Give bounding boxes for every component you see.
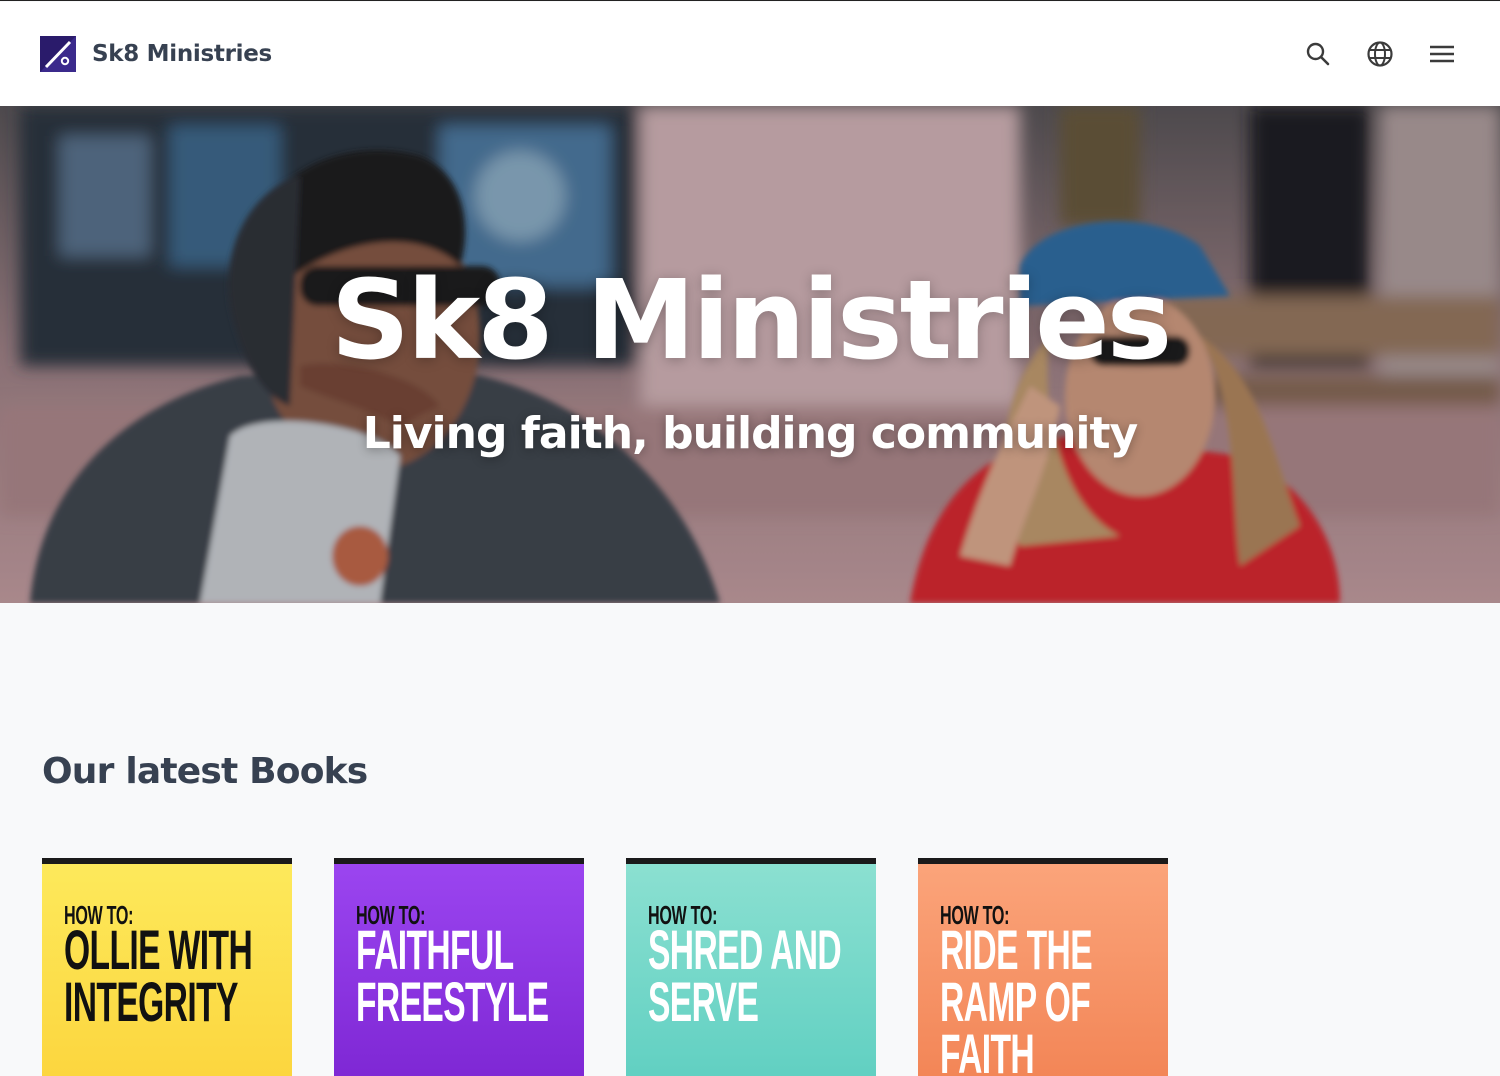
hero-title: Sk8 Ministries [330,256,1172,384]
globe-icon [1367,41,1393,67]
book-title: OLLIE WITH INTEGRITY [64,918,253,1033]
skateboard-logo-icon[interactable] [40,36,76,72]
brand-name[interactable]: Sk8 Ministries [92,41,272,67]
search-button[interactable] [1300,36,1336,72]
search-icon [1306,42,1330,66]
menu-button[interactable] [1424,36,1460,72]
hamburger-menu-icon [1430,45,1454,63]
site-header: Sk8 Ministries [0,2,1500,106]
language-button[interactable] [1362,36,1398,72]
header-actions [1300,2,1460,106]
book-card-shred-and-serve[interactable]: HOW TO: SHRED AND SERVE [626,858,876,1076]
books-section-title: Our latest Books [42,751,368,792]
hero-banner: Sk8 Ministries Living faith, building co… [0,106,1500,603]
book-title: SHRED AND SERVE [648,918,842,1033]
book-title: RIDE THE RAMP OF FAITH [940,918,1093,1076]
book-title: FAITHFUL FREESTYLE [356,918,549,1033]
books-list: HOW TO: OLLIE WITH INTEGRITY HOW TO: FAI… [42,858,1168,1076]
book-card-ride-the-ramp-of-faith[interactable]: HOW TO: RIDE THE RAMP OF FAITH [918,858,1168,1076]
hero-subtitle: Living faith, building community [362,408,1138,459]
book-card-ollie-with-integrity[interactable]: HOW TO: OLLIE WITH INTEGRITY [42,858,292,1076]
book-card-faithful-freestyle[interactable]: HOW TO: FAITHFUL FREESTYLE [334,858,584,1076]
